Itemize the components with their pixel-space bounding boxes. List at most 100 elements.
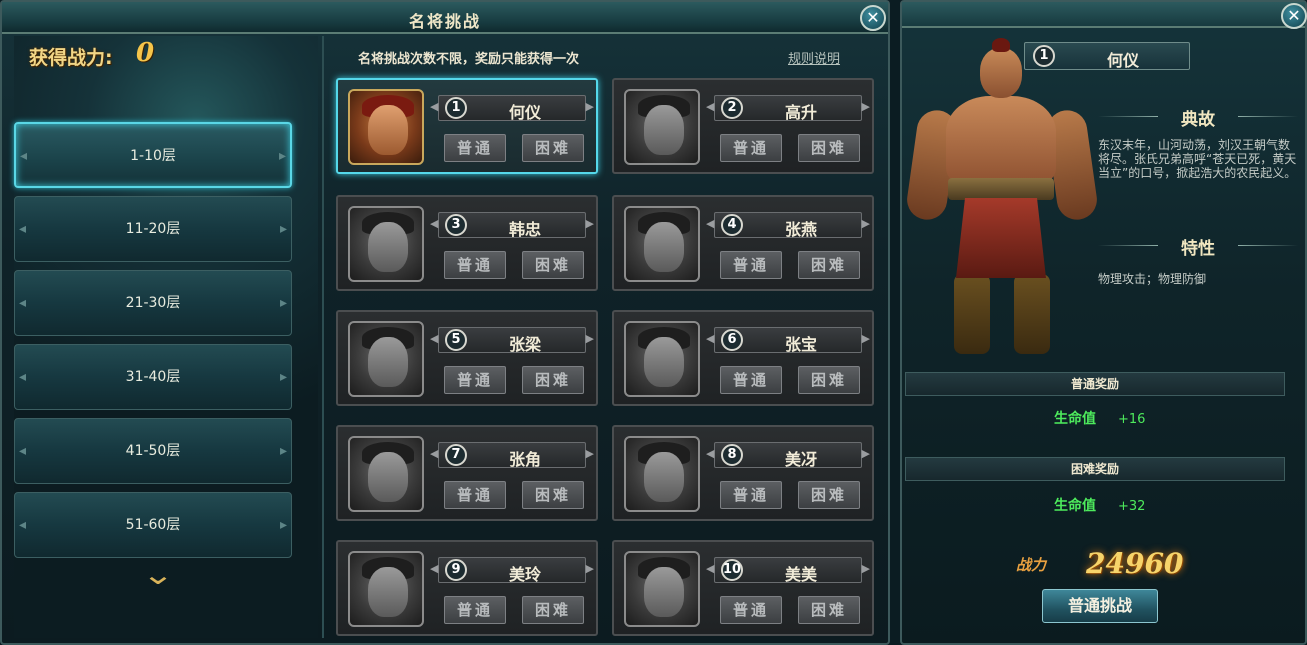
hero-number-badge: 6 [721, 329, 743, 351]
floor-tab-41-50[interactable]: 41-50层 [14, 418, 292, 484]
floor-tab-51-60[interactable]: 51-60层 [14, 492, 292, 558]
normal-reward-value: +16 [1118, 412, 1146, 427]
normal-difficulty-button[interactable]: 普通 [444, 366, 506, 394]
trait-heading: 特性 [1098, 234, 1298, 259]
hero-portrait [348, 206, 424, 282]
hero-name: 美美 [784, 565, 817, 584]
hero-card[interactable]: 2 高升 普通 困难 [612, 78, 874, 174]
hero-name: 何仪 [508, 103, 541, 122]
hard-difficulty-button[interactable]: 困难 [798, 596, 860, 624]
combat-power-label: 战力 [1016, 556, 1047, 574]
hero-card[interactable]: 9 美玲 普通 困难 [336, 540, 598, 636]
floor-tab-21-30[interactable]: 21-30层 [14, 270, 292, 336]
hard-difficulty-button[interactable]: 困难 [798, 366, 860, 394]
normal-challenge-button[interactable]: 普通挑战 [1042, 589, 1158, 623]
normal-difficulty-button[interactable]: 普通 [720, 481, 782, 509]
divider [322, 36, 324, 638]
hero-name: 美冴 [784, 450, 817, 469]
hero-name-plate: 9 美玲 [430, 557, 594, 584]
hero-number-badge: 4 [721, 214, 743, 236]
normal-difficulty-button[interactable]: 普通 [720, 134, 782, 162]
floor-tab-11-20[interactable]: 11-20层 [14, 196, 292, 262]
hard-difficulty-button[interactable]: 困难 [522, 596, 584, 624]
hero-number-badge: 10 [721, 559, 743, 581]
normal-difficulty-button[interactable]: 普通 [444, 134, 506, 162]
challenge-window: 名将挑战 ✕ 获得战力: 0 1-10层 11-20层 21-30层 31-40… [0, 0, 890, 645]
hero-name: 张梁 [508, 335, 541, 354]
hero-name-plate: 8 美冴 [706, 442, 870, 469]
normal-difficulty-button[interactable]: 普通 [444, 481, 506, 509]
hero-number-badge: 1 [445, 97, 467, 119]
hero-card[interactable]: 4 张燕 普通 困难 [612, 195, 874, 291]
title-bar: 名将挑战 [2, 2, 888, 34]
close-button[interactable]: ✕ [860, 5, 886, 31]
hard-difficulty-button[interactable]: 困难 [522, 134, 584, 162]
rules-link[interactable]: 规则说明 [788, 48, 840, 67]
combat-power-value: 24960 [1086, 547, 1184, 580]
hard-difficulty-button[interactable]: 困难 [522, 481, 584, 509]
hero-name-plate: 3 韩忠 [430, 212, 594, 239]
floor-tab-1-10[interactable]: 1-10层 [14, 122, 292, 188]
hard-difficulty-button[interactable]: 困难 [798, 251, 860, 279]
hard-difficulty-button[interactable]: 困难 [798, 134, 860, 162]
hero-number-badge: 9 [445, 559, 467, 581]
hero-portrait [624, 551, 700, 627]
hero-card[interactable]: 10 美美 普通 困难 [612, 540, 874, 636]
hero-figure [904, 36, 1100, 366]
hard-reward-header: 困难奖励 [905, 457, 1285, 481]
story-text: 东汉末年，山河动荡，刘汉王朝气数将尽。张氏兄弟高呼“苍天已死，黄天当立”的口号，… [1098, 138, 1297, 180]
hard-difficulty-button[interactable]: 困难 [522, 366, 584, 394]
normal-difficulty-button[interactable]: 普通 [720, 251, 782, 279]
trait-text: 物理攻击；物理防御 [1098, 272, 1207, 286]
hero-card[interactable]: 6 张宝 普通 困难 [612, 310, 874, 406]
hero-name-plate: 5 张梁 [430, 327, 594, 354]
hard-reward-row: 生命值 +32 [1054, 495, 1145, 515]
window-title: 名将挑战 [408, 12, 481, 31]
hero-card[interactable]: 5 张梁 普通 困难 [336, 310, 598, 406]
hero-name: 高升 [784, 103, 817, 122]
normal-difficulty-button[interactable]: 普通 [720, 596, 782, 624]
normal-difficulty-button[interactable]: 普通 [444, 251, 506, 279]
hero-card[interactable]: 1 何仪 普通 困难 [336, 78, 598, 174]
hero-portrait [348, 551, 424, 627]
hero-portrait [624, 89, 700, 165]
hard-reward-value: +32 [1118, 499, 1146, 514]
normal-difficulty-button[interactable]: 普通 [720, 366, 782, 394]
power-label: 获得战力: [29, 47, 113, 69]
hero-card[interactable]: 3 韩忠 普通 困难 [336, 195, 598, 291]
hard-difficulty-button[interactable]: 困难 [798, 481, 860, 509]
detail-title-bar [902, 2, 1305, 28]
hero-name-plate: 10 美美 [706, 557, 870, 584]
normal-reward-row: 生命值 +16 [1054, 408, 1145, 428]
challenge-notice: 名将挑战次数不限，奖励只能获得一次 [358, 52, 580, 67]
hero-portrait [348, 321, 424, 397]
hero-card[interactable]: 7 张角 普通 困难 [336, 425, 598, 521]
hero-name: 美玲 [508, 565, 541, 584]
normal-difficulty-button[interactable]: 普通 [444, 596, 506, 624]
floor-tab-31-40[interactable]: 31-40层 [14, 344, 292, 410]
hero-name-plate: 7 张角 [430, 442, 594, 469]
chevron-down-icon[interactable]: ⌄ [130, 561, 186, 590]
hero-portrait [348, 89, 424, 165]
hero-name-plate: 4 张燕 [706, 212, 870, 239]
hero-name-plate: 1 何仪 [430, 95, 594, 122]
hard-difficulty-button[interactable]: 困难 [522, 251, 584, 279]
power-value: 0 [136, 38, 155, 68]
hero-number-badge: 5 [445, 329, 467, 351]
hero-portrait [624, 436, 700, 512]
hero-name: 张宝 [784, 335, 817, 354]
normal-reward-stat: 生命值 [1054, 411, 1096, 427]
hero-portrait [348, 436, 424, 512]
floor-list: 1-10层 11-20层 21-30层 31-40层 41-50层 51-60层 [14, 122, 294, 566]
hero-number-badge: 3 [445, 214, 467, 236]
hero-name: 张燕 [784, 220, 817, 239]
hero-card[interactable]: 8 美冴 普通 困难 [612, 425, 874, 521]
hero-name-plate: 6 张宝 [706, 327, 870, 354]
detail-close-button[interactable]: ✕ [1281, 3, 1307, 29]
hero-portrait [624, 321, 700, 397]
hero-number-badge: 7 [445, 444, 467, 466]
hero-name: 韩忠 [508, 220, 541, 239]
hero-name-plate: 2 高升 [706, 95, 870, 122]
normal-reward-header: 普通奖励 [905, 372, 1285, 396]
hero-portrait [624, 206, 700, 282]
